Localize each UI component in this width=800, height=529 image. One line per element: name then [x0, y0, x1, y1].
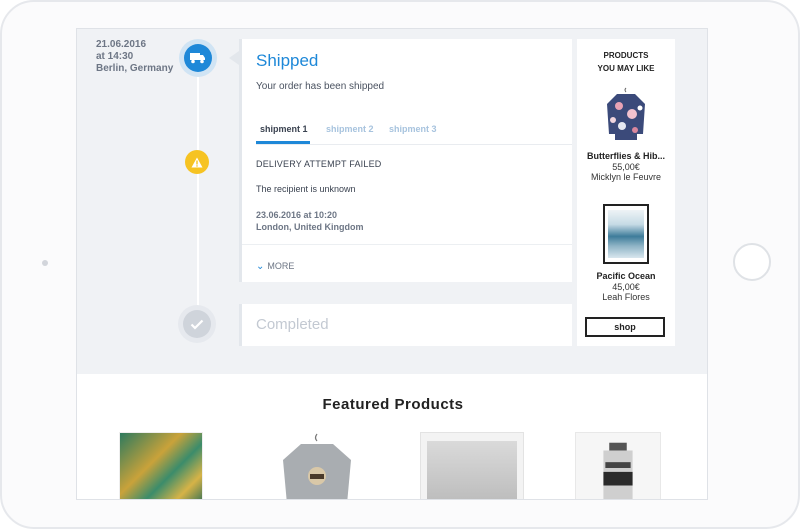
featured-product-image[interactable]: [575, 432, 661, 500]
order-tracking-screen: 21.06.2016 at 14:30 Berlin, Germany Ship…: [76, 28, 708, 500]
order-location: Berlin, Germany: [96, 63, 174, 74]
featured-title: Featured Products: [322, 396, 464, 413]
tab-shipment-2[interactable]: shipment 2: [326, 124, 374, 134]
truck-icon: [190, 53, 205, 64]
product-name[interactable]: Pacific Ocean: [577, 271, 675, 281]
card-pointer: [229, 51, 239, 65]
sidebar-title-line2: YOU MAY LIKE: [597, 64, 655, 73]
status-title: Shipped: [256, 51, 319, 70]
recommendations-sidebar: PRODUCTS YOU MAY LIKE Butterflies & Hib.…: [577, 39, 675, 346]
sidebar-title-line1: PRODUCTS: [603, 51, 649, 60]
completed-title: Completed: [256, 316, 329, 333]
shop-button[interactable]: shop: [585, 317, 665, 337]
shipment-tabs: shipment 1 shipment 2 shipment 3: [256, 124, 572, 145]
timeline-node-shipped: [179, 39, 217, 77]
card-divider: [242, 244, 572, 245]
product-price: 45,00€: [612, 282, 640, 292]
tablet-camera: [42, 260, 48, 266]
warning-icon: [191, 157, 203, 167]
shipped-status-card: Shipped Your order has been shipped ship…: [239, 39, 572, 282]
product-name[interactable]: Butterflies & Hib...: [577, 151, 675, 161]
active-tab-indicator: [256, 141, 310, 144]
order-meta: 21.06.2016 at 14:30 Berlin, Germany: [96, 39, 173, 75]
status-subtitle: Your order has been shipped: [256, 81, 385, 92]
timeline-line: [197, 69, 199, 324]
tab-shipment-3[interactable]: shipment 3: [389, 124, 437, 134]
event-title: DELIVERY ATTEMPT FAILED: [256, 159, 382, 169]
more-label: MORE: [267, 261, 295, 271]
featured-products-section: Featured Products: [77, 374, 707, 500]
completed-status-card: Completed: [239, 304, 572, 346]
poster-product-image[interactable]: [603, 204, 649, 264]
event-description: The recipient is unknown: [256, 184, 356, 194]
product-author: Micklyn le Feuvre: [590, 172, 662, 182]
event-location: London, United Kingdom: [256, 222, 364, 232]
order-date: 21.06.2016: [96, 39, 147, 50]
product-price: 55,00€: [612, 162, 640, 172]
event-info: 23.06.2016 at 10:20 London, United Kingd…: [256, 209, 363, 233]
product-author: Leah Flores: [602, 292, 650, 302]
event-datetime: 23.06.2016 at 10:20: [256, 210, 338, 220]
featured-product-image[interactable]: [277, 432, 357, 500]
check-icon: [190, 319, 204, 330]
order-time: at 14:30: [96, 51, 134, 62]
sidebar-title: PRODUCTS YOU MAY LIKE: [577, 49, 675, 75]
tablet-home-button[interactable]: [733, 243, 771, 281]
tab-shipment-1[interactable]: shipment 1: [260, 124, 308, 134]
sweater-product-image[interactable]: [605, 86, 647, 142]
featured-product-image[interactable]: [119, 432, 203, 499]
more-button[interactable]: ⌄ MORE: [256, 261, 294, 272]
timeline-node-warning: [185, 150, 209, 174]
chevron-down-icon: ⌄: [256, 261, 265, 272]
timeline-node-completed: [178, 305, 216, 343]
featured-product-image[interactable]: [420, 432, 524, 499]
